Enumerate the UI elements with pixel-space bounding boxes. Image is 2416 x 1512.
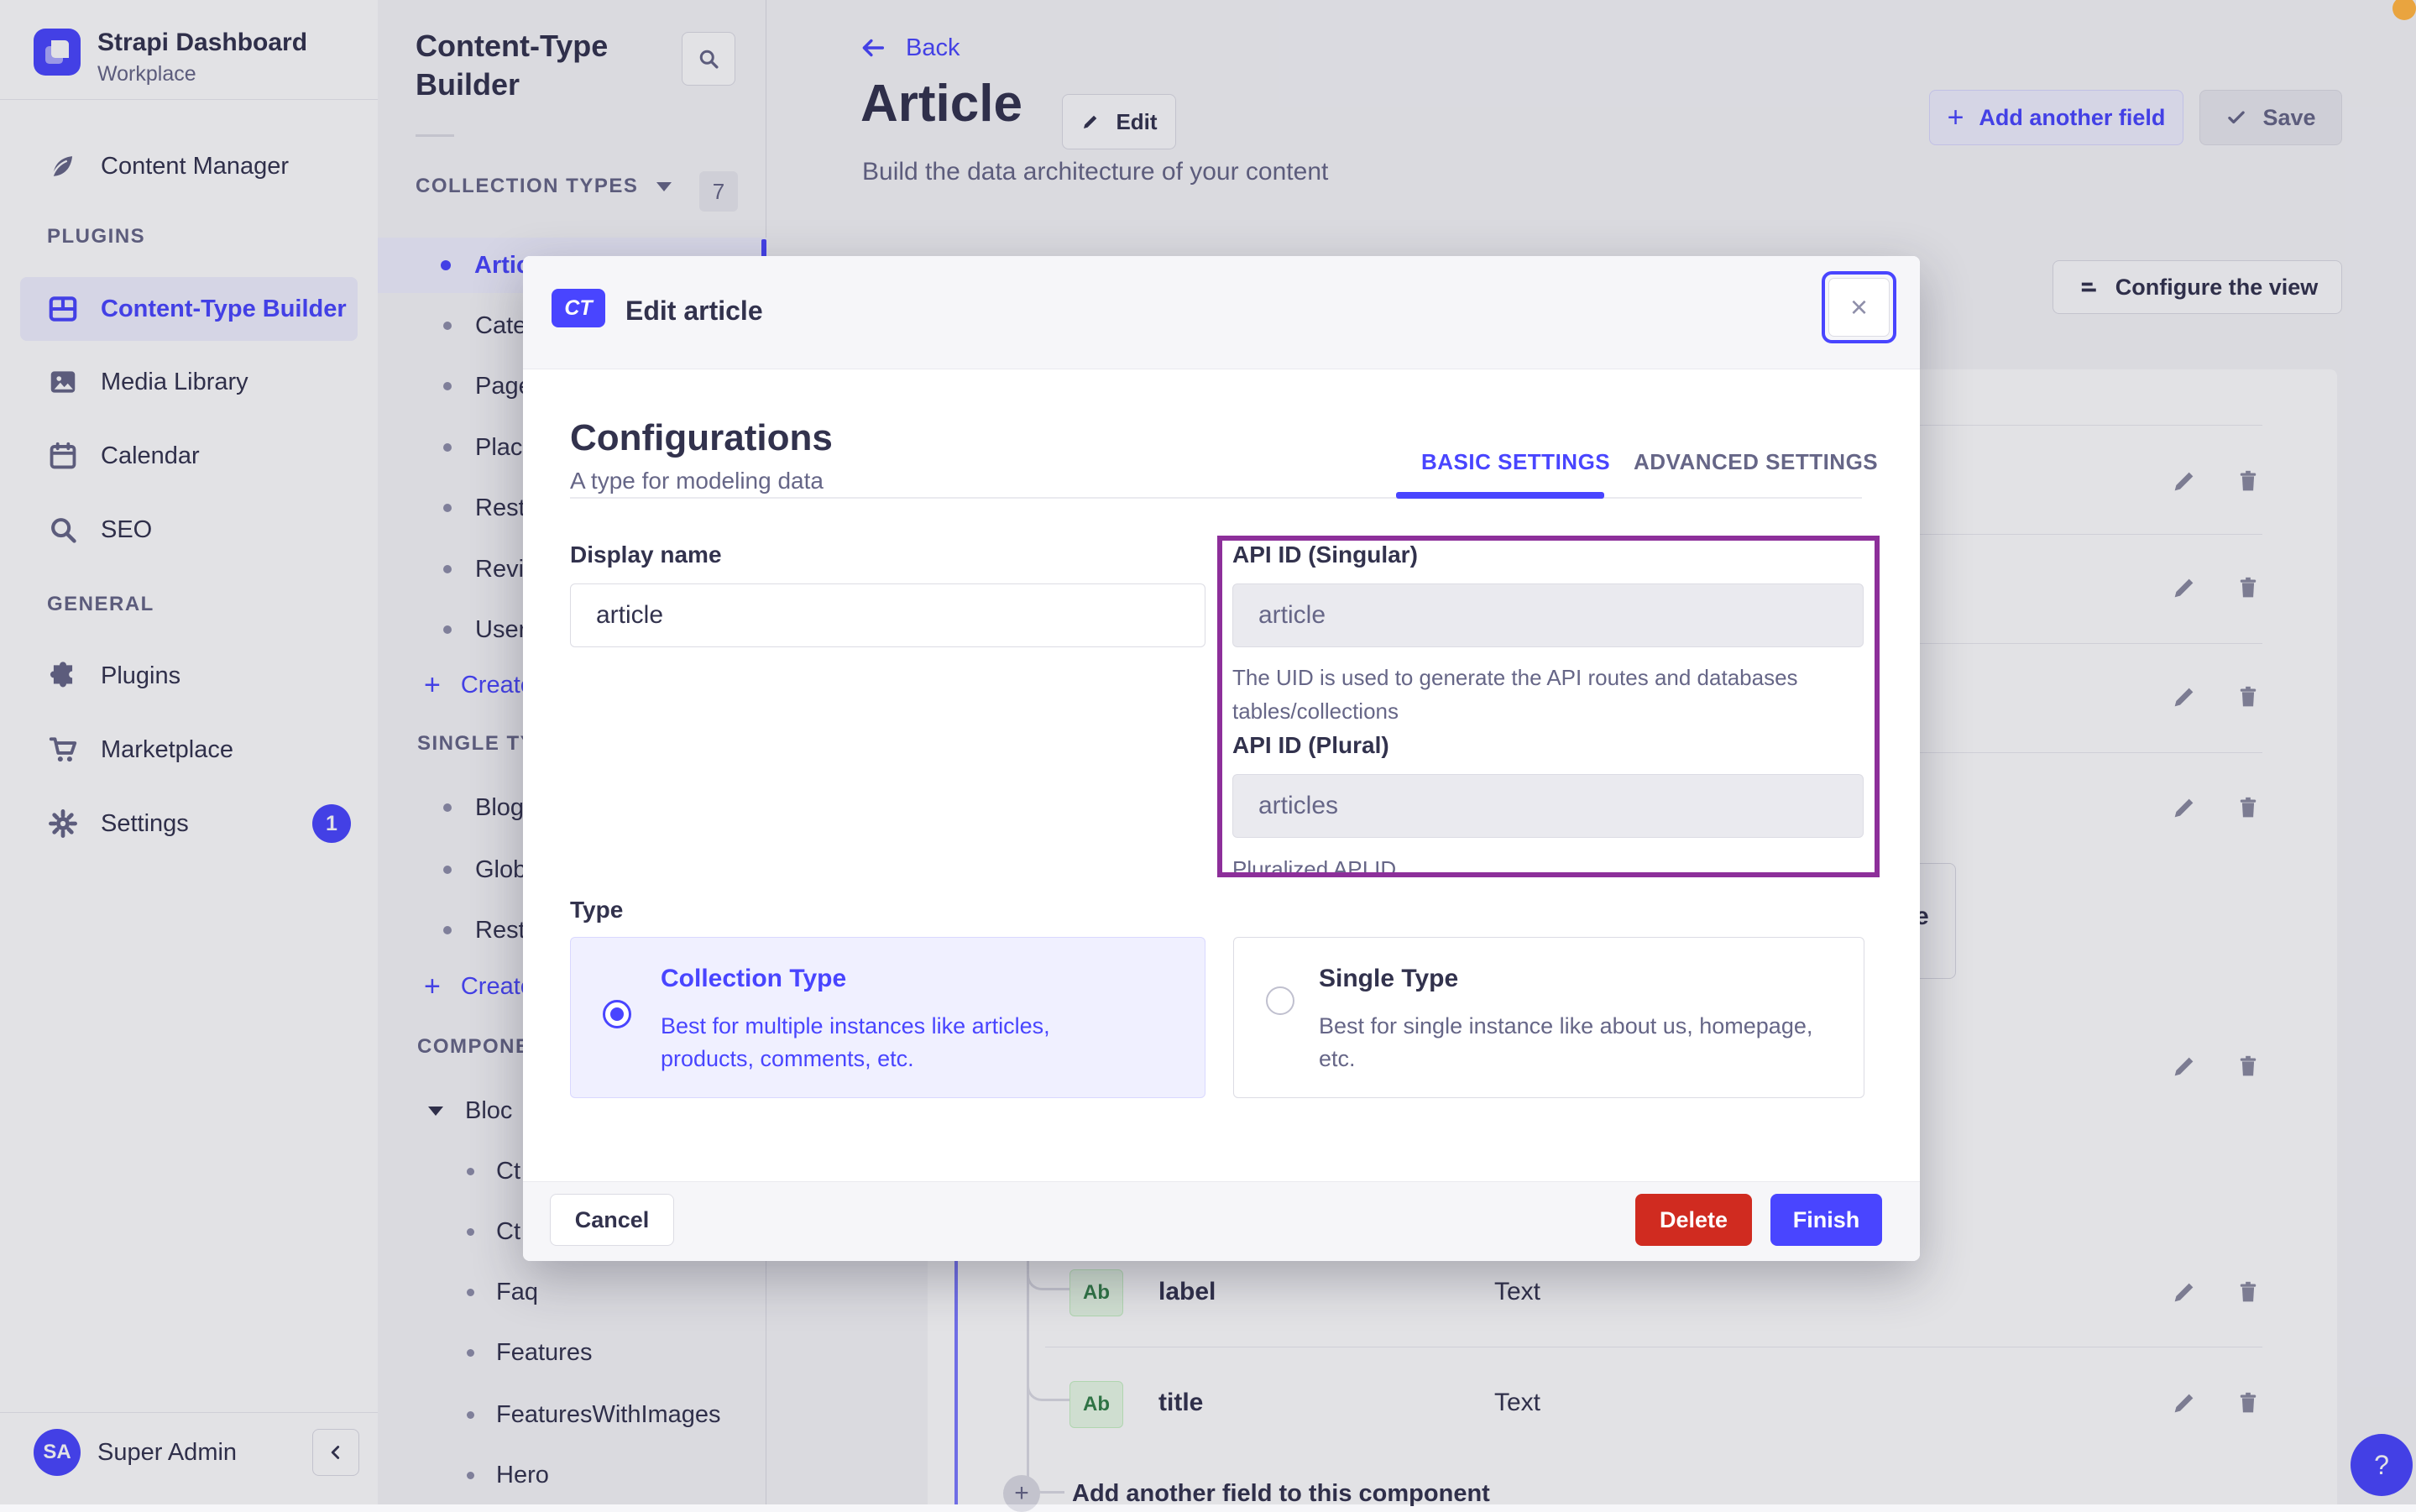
- api-id-plural-help: Pluralized API ID: [1232, 856, 1397, 882]
- api-id-plural-input[interactable]: articles: [1232, 774, 1864, 838]
- display-name-label: Display name: [570, 541, 722, 568]
- api-id-plural-label: API ID (Plural): [1232, 732, 1389, 758]
- modal-footer: Cancel Delete Finish: [523, 1181, 1920, 1261]
- api-id-singular-input[interactable]: article: [1232, 583, 1864, 647]
- tab-advanced-settings[interactable]: ADVANCED SETTINGS: [1634, 449, 1878, 475]
- close-icon: ×: [1849, 290, 1869, 324]
- collection-type-option[interactable]: Collection Type Best for multiple instan…: [570, 937, 1205, 1098]
- modal-subheading: A type for modeling data: [570, 468, 824, 494]
- modal-title: Edit article: [625, 296, 763, 326]
- display-name-input[interactable]: article: [570, 583, 1205, 647]
- api-id-singular-label: API ID (Singular): [1232, 541, 1418, 568]
- type-label: Type: [570, 897, 624, 923]
- radio-unselected-icon: [1266, 986, 1294, 1015]
- single-type-option[interactable]: Single Type Best for single instance lik…: [1233, 937, 1864, 1098]
- modal-header: CT Edit article ×: [523, 256, 1920, 369]
- cancel-button[interactable]: Cancel: [550, 1194, 674, 1246]
- tabs-divider: [570, 497, 1862, 499]
- content-type-badge: CT: [552, 289, 605, 327]
- api-id-singular-help: The UID is used to generate the API rout…: [1232, 665, 1798, 724]
- close-button[interactable]: ×: [1828, 278, 1890, 337]
- edit-article-modal: CT Edit article × Configurations A type …: [523, 256, 1920, 1261]
- finish-button[interactable]: Finish: [1770, 1194, 1882, 1246]
- radio-selected-icon: [603, 1000, 631, 1028]
- delete-button[interactable]: Delete: [1635, 1194, 1752, 1246]
- active-tab-indicator: [1396, 492, 1604, 499]
- modal-heading: Configurations: [570, 417, 833, 458]
- close-button-focus-ring: ×: [1822, 271, 1896, 343]
- collection-type-description: Best for multiple instances like article…: [661, 1013, 1050, 1071]
- single-type-description: Best for single instance like about us, …: [1319, 1013, 1813, 1071]
- single-type-title: Single Type: [1319, 965, 1459, 992]
- collection-type-title: Collection Type: [661, 965, 847, 992]
- tab-basic-settings[interactable]: BASIC SETTINGS: [1421, 449, 1610, 475]
